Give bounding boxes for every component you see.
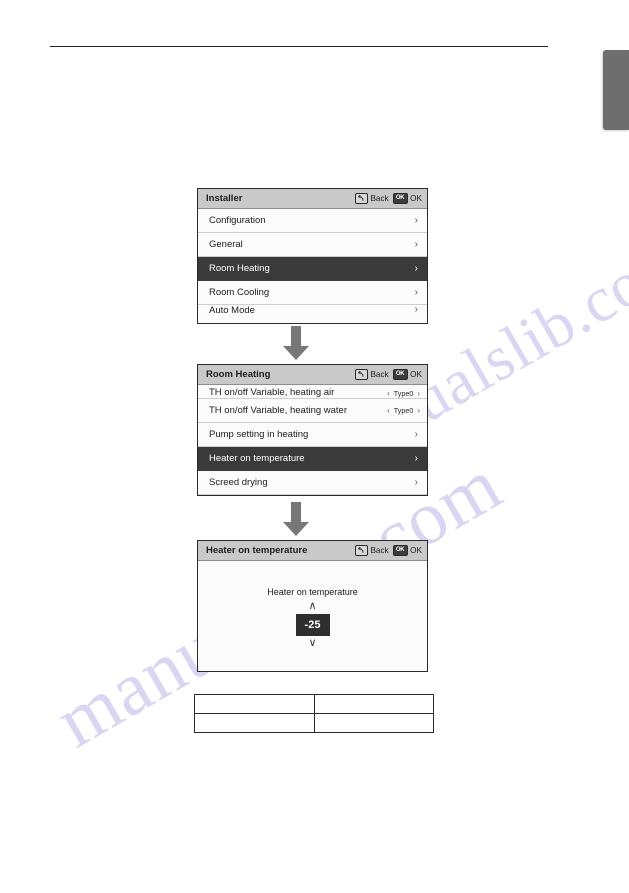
stepper-body: Heater on temperature ∧ -25 ∨ (198, 561, 427, 671)
menu-item-th-onoff-variable-heating-air[interactable]: TH on/off Variable, heating air ‹ Type0 … (198, 385, 427, 399)
chevron-right-icon: › (414, 214, 418, 226)
menu-item-label: Room Cooling (209, 287, 270, 298)
ok-key-icon: OK (392, 544, 408, 557)
back-button-label: Back (370, 370, 389, 379)
menu-item-th-onoff-variable-heating-water[interactable]: TH on/off Variable, heating water ‹ Type… (198, 399, 427, 423)
menu-item-label: TH on/off Variable, heating water (209, 405, 348, 416)
chevron-right-icon[interactable]: › (417, 389, 420, 398)
menu-item-label: TH on/off Variable, heating air (209, 387, 335, 398)
screen-installer: Installer Back OK OK Configuration › Gen… (197, 188, 428, 324)
screen-heater-on-temperature: Heater on temperature Back OK OK Heater … (197, 540, 428, 672)
ok-button-label: OK (410, 370, 422, 379)
chevron-right-icon: › (414, 304, 418, 315)
menu-item-configuration[interactable]: Configuration › (198, 209, 427, 233)
chevron-left-icon[interactable]: ‹ (387, 406, 390, 415)
menu-item-room-cooling[interactable]: Room Cooling › (198, 281, 427, 305)
flow-arrow-down-icon (281, 326, 311, 362)
chevron-right-icon[interactable]: › (417, 406, 420, 415)
screen-header: Room Heating Back OK OK (198, 365, 427, 385)
value-stepper[interactable]: ‹ Type0 › (387, 389, 420, 398)
menu-item-heater-on-temperature[interactable]: Heater on temperature › (198, 447, 427, 471)
back-arrow-icon (354, 368, 368, 381)
back-button[interactable]: Back (354, 368, 389, 381)
table-row (194, 713, 434, 733)
stepper-value[interactable]: -25 (295, 614, 330, 636)
table-cell (313, 713, 434, 733)
screen-room-heating: Room Heating Back OK OK TH on/off Variab… (197, 364, 428, 496)
menu-item-label: General (209, 239, 243, 250)
bottom-table (194, 694, 434, 733)
menu-item-label: Auto Mode (209, 305, 255, 316)
menu-item-pump-setting-in-heating[interactable]: Pump setting in heating › (198, 423, 427, 447)
screen-header: Heater on temperature Back OK OK (198, 541, 427, 561)
chevron-right-icon: › (414, 476, 418, 488)
back-button-label: Back (370, 546, 389, 555)
table-cell (194, 713, 315, 733)
value-text: Type0 (393, 389, 414, 398)
menu-item-label: Pump setting in heating (209, 429, 309, 440)
back-arrow-icon (354, 544, 368, 557)
menu-item-label: Screed drying (209, 477, 268, 488)
ok-key-icon: OK (392, 368, 408, 381)
table-cell (313, 694, 434, 714)
menu-item-label: Configuration (209, 215, 266, 226)
header-buttons: Back OK OK (354, 192, 422, 205)
back-button-label: Back (370, 194, 389, 203)
screen-title: Installer (206, 193, 243, 204)
header-buttons: Back OK OK (354, 544, 422, 557)
ok-button-label: OK (410, 546, 422, 555)
screen-title: Heater on temperature (206, 545, 308, 556)
back-button[interactable]: Back (354, 544, 389, 557)
menu-item-screed-drying[interactable]: Screed drying › (198, 471, 427, 495)
chevron-right-icon: › (414, 452, 418, 464)
menu-list: Configuration › General › Room Heating ›… (198, 209, 427, 319)
chevron-right-icon: › (414, 428, 418, 440)
menu-list: TH on/off Variable, heating air ‹ Type0 … (198, 385, 427, 495)
back-button[interactable]: Back (354, 192, 389, 205)
chevron-left-icon[interactable]: ‹ (387, 389, 390, 398)
chevron-right-icon: › (414, 262, 418, 274)
ok-button[interactable]: OK OK (392, 192, 422, 205)
ok-button[interactable]: OK OK (392, 544, 422, 557)
page-header-rule (50, 46, 548, 47)
back-arrow-icon (354, 192, 368, 205)
ok-key-icon: OK (392, 192, 408, 205)
stepper-decrement-icon[interactable]: ∨ (308, 638, 316, 649)
chevron-right-icon: › (414, 286, 418, 298)
page-edge-tab (603, 50, 629, 130)
header-buttons: Back OK OK (354, 368, 422, 381)
menu-item-general[interactable]: General › (198, 233, 427, 257)
ok-button-label: OK (410, 194, 422, 203)
stepper-increment-icon[interactable]: ∧ (308, 601, 316, 612)
ok-button[interactable]: OK OK (392, 368, 422, 381)
menu-item-label: Heater on temperature (209, 453, 305, 464)
stepper-caption: Heater on temperature (267, 587, 358, 597)
screen-title: Room Heating (206, 369, 271, 380)
menu-item-auto-mode[interactable]: Auto Mode › (198, 305, 427, 319)
flow-arrow-down-icon (281, 502, 311, 538)
screen-header: Installer Back OK OK (198, 189, 427, 209)
table-cell (194, 694, 315, 714)
value-stepper[interactable]: ‹ Type0 › (387, 406, 420, 415)
value-text: Type0 (393, 406, 414, 415)
menu-item-label: Room Heating (209, 263, 270, 274)
table-row (194, 694, 434, 714)
chevron-right-icon: › (414, 238, 418, 250)
menu-item-room-heating[interactable]: Room Heating › (198, 257, 427, 281)
